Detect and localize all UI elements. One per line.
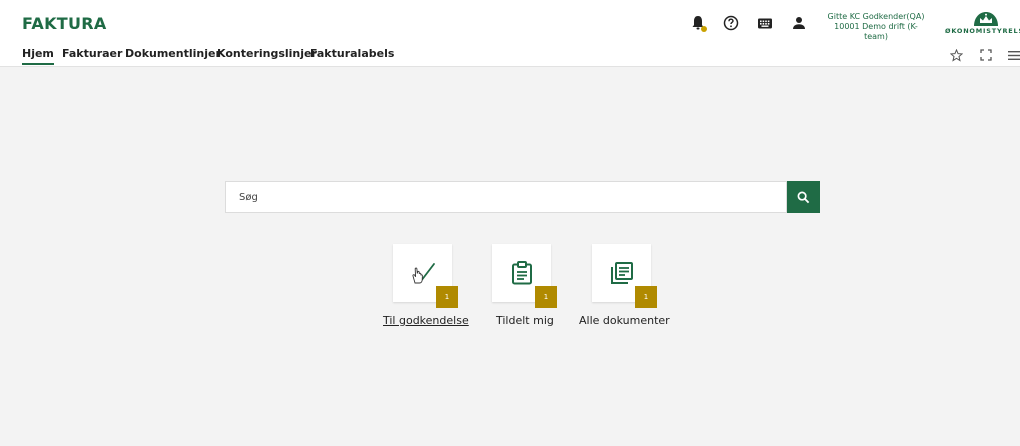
user-name: Gitte KC Godkender(QA): [827, 12, 925, 21]
notification-dot: [701, 26, 707, 32]
tab-fakturaer[interactable]: Fakturaer: [62, 47, 122, 63]
search-input[interactable]: [226, 182, 779, 212]
app-title[interactable]: FAKTURA: [22, 14, 107, 33]
tab-hjem[interactable]: Hjem: [22, 47, 54, 65]
nav-bar: Hjem Fakturaer Dokumentlinjer Konterings…: [0, 44, 1020, 67]
tile-label-alle-dokumenter[interactable]: Alle dokumenter: [579, 314, 670, 327]
count-badge: 1: [635, 286, 657, 308]
fullscreen-icon[interactable]: [978, 47, 994, 63]
tile-label-tildelt-mig[interactable]: Tildelt mig: [496, 314, 554, 327]
tile-label-til-godkendelse[interactable]: Til godkendelse: [383, 314, 469, 327]
clipboard-icon: [511, 261, 532, 285]
user-info[interactable]: Gitte KC Godkender(QA) 10001 Demo drift …: [823, 12, 929, 42]
approve-hand-icon: [411, 263, 435, 284]
tile-alle-dokumenter[interactable]: 1: [592, 244, 657, 308]
search-button[interactable]: [787, 181, 820, 213]
menu-icon[interactable]: [1006, 47, 1020, 63]
keyboard-icon[interactable]: [756, 14, 774, 32]
logo-text: ØKONOMISTYRELSEN: [945, 27, 1020, 35]
count-badge: 1: [535, 286, 557, 308]
count-badge: 1: [436, 286, 458, 308]
user-org: 10001 Demo drift (K-team): [834, 22, 918, 41]
tile-tildelt-mig[interactable]: 1: [492, 244, 557, 308]
crown-emblem-icon: [974, 12, 998, 26]
user-icon[interactable]: [790, 14, 808, 32]
documents-icon: [610, 262, 633, 284]
tab-fakturalabels[interactable]: Fakturalabels: [310, 47, 394, 63]
tile-til-godkendelse[interactable]: 1: [393, 244, 458, 308]
search-icon: [797, 191, 810, 203]
tab-konteringslinjer[interactable]: Konteringslinjer: [217, 47, 317, 63]
search-box: [225, 181, 787, 213]
bell-icon[interactable]: [689, 14, 707, 32]
help-icon[interactable]: [722, 14, 740, 32]
star-icon[interactable]: [948, 47, 964, 63]
logo: ØKONOMISTYRELSEN: [940, 11, 1020, 37]
tab-dokumentlinjer[interactable]: Dokumentlinjer: [125, 47, 221, 63]
top-bar: FAKTURA Gitte KC Godkender(QA) 10001 Dem…: [0, 0, 1020, 44]
